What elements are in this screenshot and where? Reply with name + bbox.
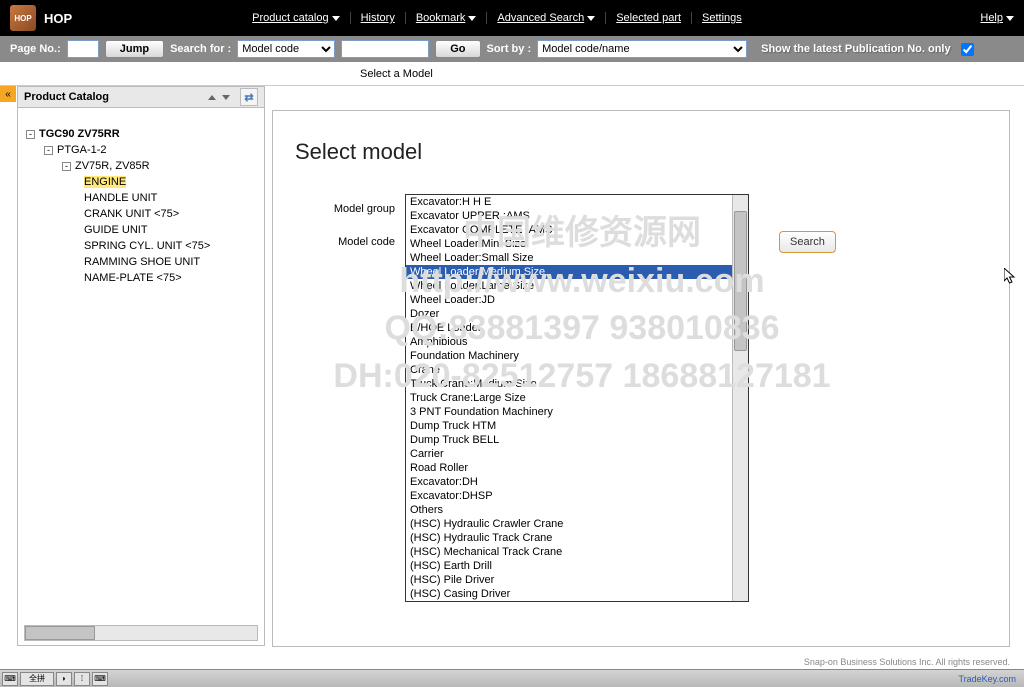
nav-history[interactable]: History xyxy=(351,12,406,24)
refresh-icon[interactable]: ⇄ xyxy=(240,88,258,106)
page-title: Select model xyxy=(295,139,987,165)
nav-links: Product catalog History Bookmark Advance… xyxy=(242,12,752,24)
sidebar-collapse-toggle[interactable]: « xyxy=(0,86,16,102)
dropdown-option[interactable]: Wheel Loader:JD xyxy=(406,293,748,307)
taskbar-icon[interactable]: ◗ xyxy=(56,672,72,686)
dropdown-option[interactable]: 3 PNT Foundation Machinery xyxy=(406,405,748,419)
nav-selected-part[interactable]: Selected part xyxy=(606,12,692,24)
tree-toggle-icon[interactable]: - xyxy=(26,130,35,139)
search-for-label: Search for : xyxy=(170,43,231,55)
dropdown-option[interactable]: Excavator:H H E xyxy=(406,195,748,209)
dropdown-scrollbar[interactable] xyxy=(732,195,748,601)
nav-bookmark[interactable]: Bookmark xyxy=(406,12,488,24)
search-button[interactable]: Search xyxy=(779,231,836,253)
tree-leaf[interactable]: CRANK UNIT <75> xyxy=(84,208,179,220)
chevron-down-icon xyxy=(332,16,340,21)
page-no-label: Page No.: xyxy=(10,43,61,55)
dropdown-option[interactable]: Crane xyxy=(406,363,748,377)
taskbar-icon[interactable]: ⌨ xyxy=(2,672,18,686)
dropdown-option[interactable]: Excavator UPPER :AMS xyxy=(406,209,748,223)
dropdown-option[interactable]: Dump Truck BELL xyxy=(406,433,748,447)
dropdown-option[interactable]: Excavator:DHSP xyxy=(406,489,748,503)
dropdown-option[interactable]: Wheel Loader:Mini Size xyxy=(406,237,748,251)
sidebar-hscrollbar[interactable] xyxy=(24,625,258,641)
page-no-input[interactable] xyxy=(67,40,99,58)
dropdown-option[interactable]: Truck Crane:Large Size xyxy=(406,391,748,405)
tradekey-watermark: TradeKey.com xyxy=(958,674,1022,684)
sort-by-label: Sort by : xyxy=(487,43,532,55)
sidebar-header: Product Catalog ⇄ xyxy=(17,86,265,108)
dropdown-option[interactable]: Wheel Loader:Medium Size xyxy=(406,265,748,279)
breadcrumb: Select a Model xyxy=(0,62,1024,86)
app-name: HOP xyxy=(44,11,72,26)
ime-indicator[interactable]: 全拼 xyxy=(20,672,54,686)
dropdown-option[interactable]: Carrier xyxy=(406,447,748,461)
dropdown-option[interactable]: Road Roller xyxy=(406,461,748,475)
dropdown-option[interactable]: (HSC) Earth Drill xyxy=(406,559,748,573)
dropdown-option[interactable]: (HSC) Casing Driver xyxy=(406,587,748,601)
latest-pub-checkbox[interactable] xyxy=(961,43,974,56)
top-nav-bar: HOP HOP Product catalog History Bookmark… xyxy=(0,0,1024,36)
footer-copyright: Snap-on Business Solutions Inc. All righ… xyxy=(804,657,1010,667)
dropdown-option[interactable]: Excavator COMPLETE :AMS xyxy=(406,223,748,237)
nav-settings[interactable]: Settings xyxy=(692,12,752,24)
main-panel: Select model Model group Model code Sear… xyxy=(272,110,1010,647)
dropdown-option[interactable]: Foundation Machinery xyxy=(406,349,748,363)
tree-leaf[interactable]: GUIDE UNIT xyxy=(84,224,148,236)
taskbar-icon[interactable]: ⁞ xyxy=(74,672,90,686)
sidebar-down-icon[interactable] xyxy=(222,95,230,100)
sidebar-title: Product Catalog xyxy=(24,91,202,103)
chevron-down-icon xyxy=(1006,16,1014,21)
tree-level1[interactable]: PTGA-1-2 xyxy=(57,144,107,156)
nav-product-catalog[interactable]: Product catalog xyxy=(242,12,350,24)
chevron-down-icon xyxy=(587,16,595,21)
app-logo-icon: HOP xyxy=(10,5,36,31)
tree-level2[interactable]: ZV75R, ZV85R xyxy=(75,160,150,172)
dropdown-option[interactable]: B/HOE Loader xyxy=(406,321,748,335)
dropdown-option[interactable]: (HSC) Hydraulic Crawler Crane xyxy=(406,517,748,531)
tree-leaf[interactable]: NAME-PLATE <75> xyxy=(84,272,182,284)
dropdown-option[interactable]: Wheel Loader:Large Size xyxy=(406,279,748,293)
tree-leaf[interactable]: HANDLE UNIT xyxy=(84,192,157,204)
search-for-select[interactable]: Model code xyxy=(237,40,335,58)
dropdown-option[interactable]: Dozer xyxy=(406,307,748,321)
windows-taskbar: ⌨ 全拼 ◗ ⁞ ⌨ TradeKey.com xyxy=(0,669,1024,687)
jump-button[interactable]: Jump xyxy=(105,40,164,58)
go-button[interactable]: Go xyxy=(435,40,480,58)
dropdown-option[interactable]: (HSC) Mechanical Track Crane xyxy=(406,545,748,559)
scrollbar-thumb[interactable] xyxy=(734,211,747,351)
sort-by-select[interactable]: Model code/name xyxy=(537,40,747,58)
nav-advanced-search[interactable]: Advanced Search xyxy=(487,12,606,24)
search-text-input[interactable] xyxy=(341,40,429,58)
dropdown-option[interactable]: Amphibious xyxy=(406,335,748,349)
sidebar: Product Catalog ⇄ -TGC90 ZV75RR -PTGA-1-… xyxy=(17,86,265,646)
dropdown-option[interactable]: (HSC) Pile Driver xyxy=(406,573,748,587)
toolbar: Page No.: Jump Search for : Model code G… xyxy=(0,36,1024,62)
dropdown-option[interactable]: Truck Crane:Medium Size xyxy=(406,377,748,391)
taskbar-icon[interactable]: ⌨ xyxy=(92,672,108,686)
tree-toggle-icon[interactable]: - xyxy=(62,162,71,171)
dropdown-option[interactable]: (HSC) Hydraulic Track Crane xyxy=(406,531,748,545)
model-code-label: Model code xyxy=(295,236,405,248)
dropdown-option[interactable]: Others xyxy=(406,503,748,517)
chevron-down-icon xyxy=(468,16,476,21)
tree-panel: -TGC90 ZV75RR -PTGA-1-2 -ZV75R, ZV85R EN… xyxy=(17,108,265,646)
latest-pub-label: Show the latest Publication No. only xyxy=(761,43,950,55)
nav-help[interactable]: Help xyxy=(980,12,1014,24)
dropdown-option[interactable]: Wheel Loader:Small Size xyxy=(406,251,748,265)
tree-root[interactable]: TGC90 ZV75RR xyxy=(39,128,120,140)
tree-leaf[interactable]: RAMMING SHOE UNIT xyxy=(84,256,200,268)
tree-leaf-engine[interactable]: ENGINE xyxy=(84,176,126,188)
model-group-dropdown: Excavator:H H EExcavator UPPER :AMSExcav… xyxy=(405,194,749,602)
dropdown-option[interactable]: Excavator:DH xyxy=(406,475,748,489)
sidebar-up-icon[interactable] xyxy=(208,95,216,100)
tree-leaf[interactable]: SPRING CYL. UNIT <75> xyxy=(84,240,210,252)
model-group-label: Model group xyxy=(295,203,405,215)
dropdown-option[interactable]: Dump Truck HTM xyxy=(406,419,748,433)
tree-toggle-icon[interactable]: - xyxy=(44,146,53,155)
scrollbar-thumb[interactable] xyxy=(25,626,95,640)
